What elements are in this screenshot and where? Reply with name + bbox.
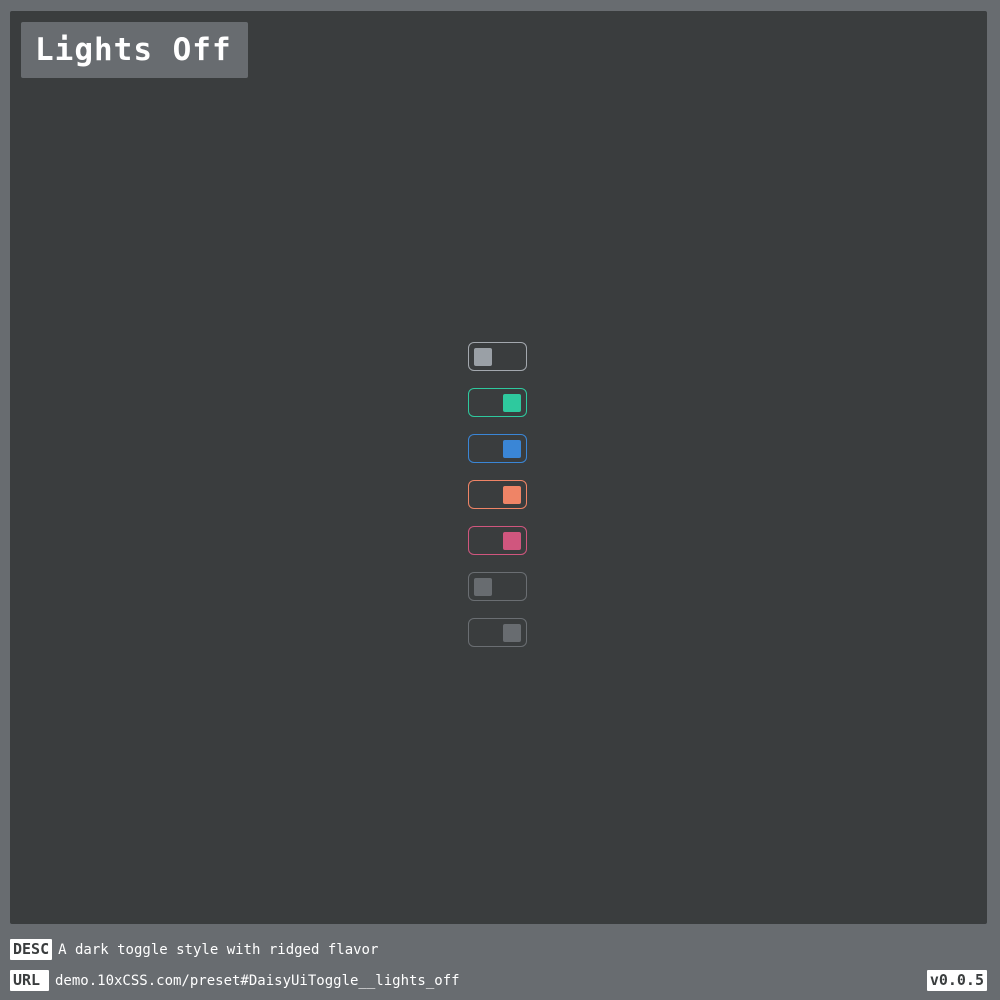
toggle-neutral[interactable] <box>468 342 527 371</box>
toggle-knob <box>503 486 521 504</box>
toggle-knob <box>503 532 521 550</box>
url-text[interactable]: demo.10xCSS.com/preset#DaisyUiToggle__li… <box>55 973 460 989</box>
toggle-success[interactable] <box>468 388 527 417</box>
toggle-warning[interactable] <box>468 480 527 509</box>
page-title: Lights Off <box>21 22 248 78</box>
toggle-knob <box>503 394 521 412</box>
url-tag: URL <box>10 970 49 991</box>
description-text: A dark toggle style with ridged flavor <box>58 941 379 958</box>
version-badge: v0.0.5 <box>926 970 987 991</box>
toggle-knob <box>474 348 492 366</box>
toggle-error[interactable] <box>468 526 527 555</box>
toggle-knob <box>503 440 521 458</box>
toggle-disabled-on[interactable] <box>468 618 527 647</box>
toggle-disabled-off[interactable] <box>468 572 527 601</box>
toggle-list <box>468 342 528 664</box>
desc-tag: DESC <box>10 939 53 960</box>
description-row: DESC A dark toggle style with ridged fla… <box>10 939 378 960</box>
toggle-knob <box>474 578 492 596</box>
toggle-knob <box>503 624 521 642</box>
preview-stage: Lights Off <box>10 11 987 924</box>
url-row: URL demo.10xCSS.com/preset#DaisyUiToggle… <box>10 970 460 991</box>
toggle-info[interactable] <box>468 434 527 463</box>
